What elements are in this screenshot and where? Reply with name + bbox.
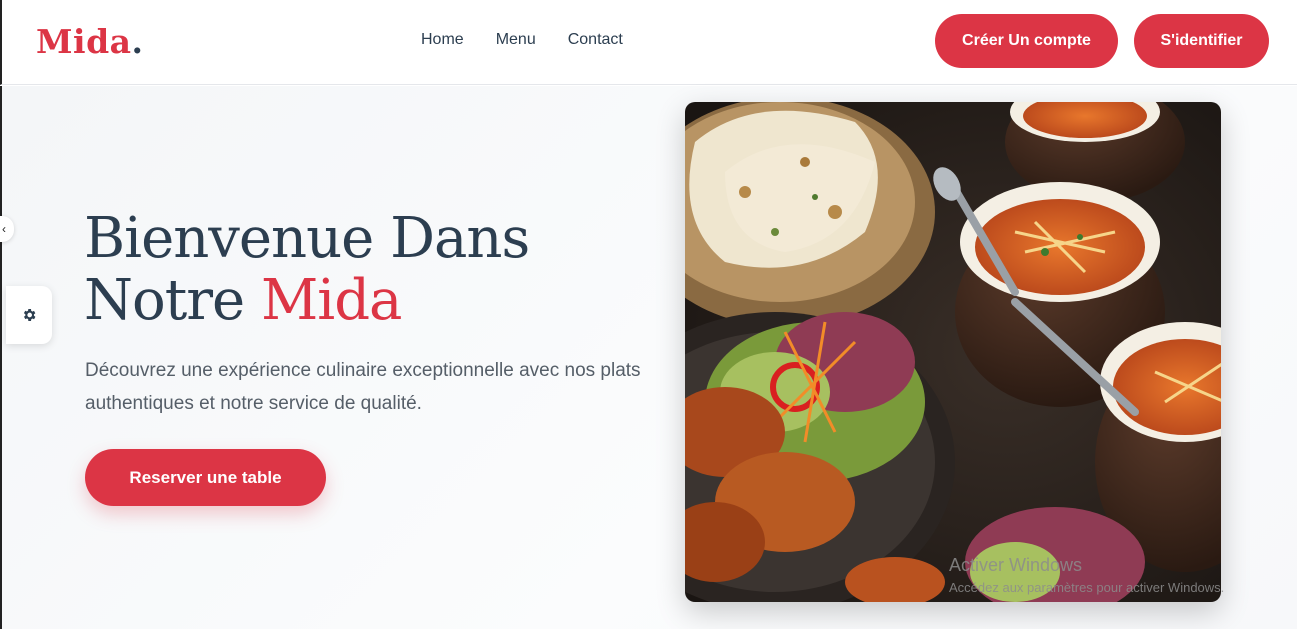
nav-home-link[interactable]: Home (421, 31, 464, 49)
hero-title: Bienvenue Dans Notre Mida (84, 208, 644, 332)
watermark-subtitle: Accédez aux paramètres pour activer Wind… (949, 580, 1225, 595)
brand-logo[interactable]: Mida. (36, 22, 144, 61)
reserve-table-button[interactable]: Reserver une table (85, 449, 326, 506)
brand-name: Mida (36, 22, 132, 61)
hero-title-prefix: Notre (84, 268, 245, 333)
side-panel-handle[interactable]: ‹ (0, 216, 14, 242)
food-image (685, 102, 1221, 602)
login-button[interactable]: S'identifier (1134, 14, 1269, 68)
chevron-left-icon: ‹ (2, 222, 6, 236)
nav-contact-link[interactable]: Contact (568, 31, 623, 49)
brand-dot: . (131, 22, 144, 61)
settings-tab[interactable] (6, 286, 52, 344)
hero-title-line1: Bienvenue Dans (84, 206, 530, 271)
windows-activation-watermark: Activer Windows Accédez aux paramètres p… (949, 555, 1224, 595)
hero-section: ‹ Bienvenue Dans Notre Mida Découvrez un… (0, 86, 1297, 629)
hero-description: Découvrez une expérience culinaire excep… (85, 360, 641, 414)
nav-menu-link[interactable]: Menu (496, 31, 536, 49)
watermark-title: Activer Windows (949, 555, 1083, 575)
site-header: Mida. Home Menu Contact Créer Un compte … (0, 0, 1297, 85)
hero-title-accent: Mida (260, 268, 402, 333)
register-button[interactable]: Créer Un compte (935, 14, 1118, 68)
gear-icon (23, 309, 36, 321)
main-nav: Home Menu Contact (421, 31, 655, 49)
